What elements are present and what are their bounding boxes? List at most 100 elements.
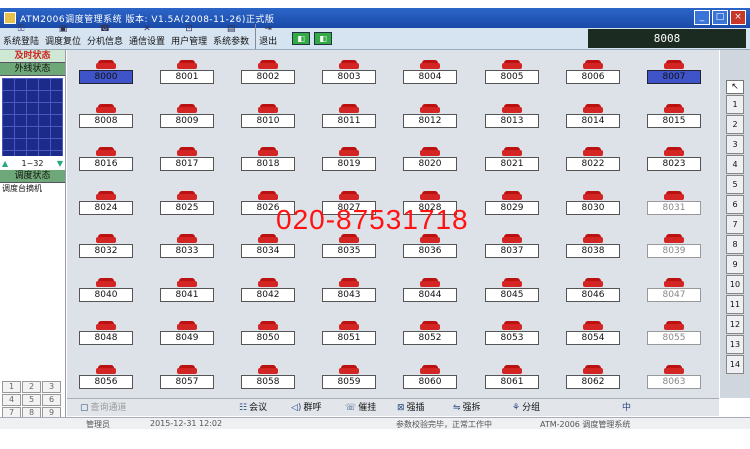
extension-8032[interactable]: 8032 [79, 234, 133, 262]
page-button-13[interactable]: 13 [726, 335, 744, 354]
extension-8037[interactable]: 8037 [485, 234, 539, 262]
extension-8040[interactable]: 8040 [79, 277, 133, 306]
extension-8035[interactable]: 8035 [322, 234, 376, 262]
page-button-14[interactable]: 14 [726, 355, 744, 374]
extension-8005[interactable]: 8005 [485, 60, 539, 88]
extension-8007[interactable]: 8007 [647, 60, 701, 88]
group-call-button[interactable]: ◁) 群呼 [291, 402, 321, 415]
extension-8052[interactable]: 8052 [403, 321, 457, 349]
extension-8011[interactable]: 8011 [322, 103, 376, 132]
extension-8041[interactable]: 8041 [160, 277, 214, 306]
minimize-button[interactable]: _ [694, 10, 710, 25]
extension-8030[interactable]: 8030 [566, 190, 620, 219]
extension-8047[interactable]: 8047 [647, 277, 701, 306]
page-button-7[interactable]: 7 [726, 215, 744, 234]
extension-8002[interactable]: 8002 [241, 60, 295, 88]
hangup-prompt-button[interactable]: ☏ 催挂 [345, 402, 376, 415]
tab-realtime-status[interactable]: 及时状态 [0, 50, 65, 63]
extension-8055[interactable]: 8055 [647, 321, 701, 349]
extension-8039[interactable]: 8039 [647, 234, 701, 262]
extension-8021[interactable]: 8021 [485, 147, 539, 175]
system-params-button[interactable]: ▤ 系统参数 [210, 24, 252, 49]
maximize-button[interactable]: □ [712, 10, 728, 25]
extension-8057[interactable]: 8057 [160, 364, 214, 393]
extension-8029[interactable]: 8029 [485, 190, 539, 219]
extension-8061[interactable]: 8061 [485, 364, 539, 393]
extension-8024[interactable]: 8024 [79, 190, 133, 219]
keypad-key[interactable]: 2 [22, 381, 41, 393]
extension-8008[interactable]: 8008 [79, 103, 133, 132]
extension-8013[interactable]: 8013 [485, 103, 539, 132]
external-line-grid[interactable] [2, 78, 63, 156]
page-button-5[interactable]: 5 [726, 175, 744, 194]
extension-8017[interactable]: 8017 [160, 147, 214, 175]
conference-button[interactable]: ☷ 会议 [239, 402, 267, 415]
extension-8038[interactable]: 8038 [566, 234, 620, 262]
extension-8015[interactable]: 8015 [647, 103, 701, 132]
keypad-key[interactable]: 4 [2, 394, 21, 406]
extension-8025[interactable]: 8025 [160, 190, 214, 219]
pointer-icon[interactable]: ↖ [726, 80, 744, 94]
page-down-icon[interactable]: ▼ [57, 158, 63, 170]
page-button-3[interactable]: 3 [726, 135, 744, 154]
close-button[interactable]: × [730, 10, 746, 25]
extension-8000[interactable]: 8000 [79, 60, 133, 88]
extension-8020[interactable]: 8020 [403, 147, 457, 175]
login-button[interactable]: ⚿ 系统登陆 [0, 24, 42, 49]
page-button-4[interactable]: 4 [726, 155, 744, 174]
extension-8058[interactable]: 8058 [241, 364, 295, 393]
extension-info-button[interactable]: ☎ 分机信息 [84, 24, 126, 49]
extension-8049[interactable]: 8049 [160, 321, 214, 349]
extension-8031[interactable]: 8031 [647, 190, 701, 219]
force-release-button[interactable]: ⇋ 强拆 [453, 402, 481, 415]
keypad-key[interactable]: 3 [42, 381, 61, 393]
extension-8048[interactable]: 8048 [79, 321, 133, 349]
extension-8046[interactable]: 8046 [566, 277, 620, 306]
page-button-9[interactable]: 9 [726, 255, 744, 274]
extension-8044[interactable]: 8044 [403, 277, 457, 306]
extension-8059[interactable]: 8059 [322, 364, 376, 393]
page-button-1[interactable]: 1 [726, 95, 744, 114]
ime-indicator[interactable]: 中 [622, 402, 631, 415]
page-button-10[interactable]: 10 [726, 275, 744, 294]
extension-8012[interactable]: 8012 [403, 103, 457, 132]
page-button-6[interactable]: 6 [726, 195, 744, 214]
extension-8063[interactable]: 8063 [647, 364, 701, 393]
extension-8054[interactable]: 8054 [566, 321, 620, 349]
extension-8051[interactable]: 8051 [322, 321, 376, 349]
exit-button[interactable]: ⇥ 退出 [255, 24, 280, 49]
comm-settings-button[interactable]: ✕ 通信设置 [126, 24, 168, 49]
reset-button[interactable]: ▣ 调度复位 [42, 24, 84, 49]
extension-8042[interactable]: 8042 [241, 277, 295, 306]
extension-8045[interactable]: 8045 [485, 277, 539, 306]
query-channel-button[interactable]: ▢ 查询通道 [80, 402, 127, 415]
page-button-12[interactable]: 12 [726, 315, 744, 334]
barge-in-button[interactable]: ⊠ 强插 [397, 402, 425, 415]
extension-8050[interactable]: 8050 [241, 321, 295, 349]
tab-dispatch-status[interactable]: 调度状态 [0, 170, 65, 183]
extension-8019[interactable]: 8019 [322, 147, 376, 175]
extension-8033[interactable]: 8033 [160, 234, 214, 262]
page-button-2[interactable]: 2 [726, 115, 744, 134]
page-up-icon[interactable]: ▲ [2, 158, 8, 170]
keypad-key[interactable]: 6 [42, 394, 61, 406]
extension-8034[interactable]: 8034 [241, 234, 295, 262]
page-button-11[interactable]: 11 [726, 295, 744, 314]
extension-8036[interactable]: 8036 [403, 234, 457, 262]
extension-8053[interactable]: 8053 [485, 321, 539, 349]
extension-8043[interactable]: 8043 [322, 277, 376, 306]
extension-8016[interactable]: 8016 [79, 147, 133, 175]
extension-8009[interactable]: 8009 [160, 103, 214, 132]
extension-8003[interactable]: 8003 [322, 60, 376, 88]
extension-8010[interactable]: 8010 [241, 103, 295, 132]
extension-8004[interactable]: 8004 [403, 60, 457, 88]
extension-8023[interactable]: 8023 [647, 147, 701, 175]
extension-8001[interactable]: 8001 [160, 60, 214, 88]
extension-8060[interactable]: 8060 [403, 364, 457, 393]
extension-8014[interactable]: 8014 [566, 103, 620, 132]
user-manage-button[interactable]: ⊡ 用户管理 [168, 24, 210, 49]
page-button-8[interactable]: 8 [726, 235, 744, 254]
group-button[interactable]: ⚘ 分组 [512, 402, 540, 415]
tab-external-line-status[interactable]: 外线状态 [0, 63, 65, 76]
keypad-key[interactable]: 5 [22, 394, 41, 406]
